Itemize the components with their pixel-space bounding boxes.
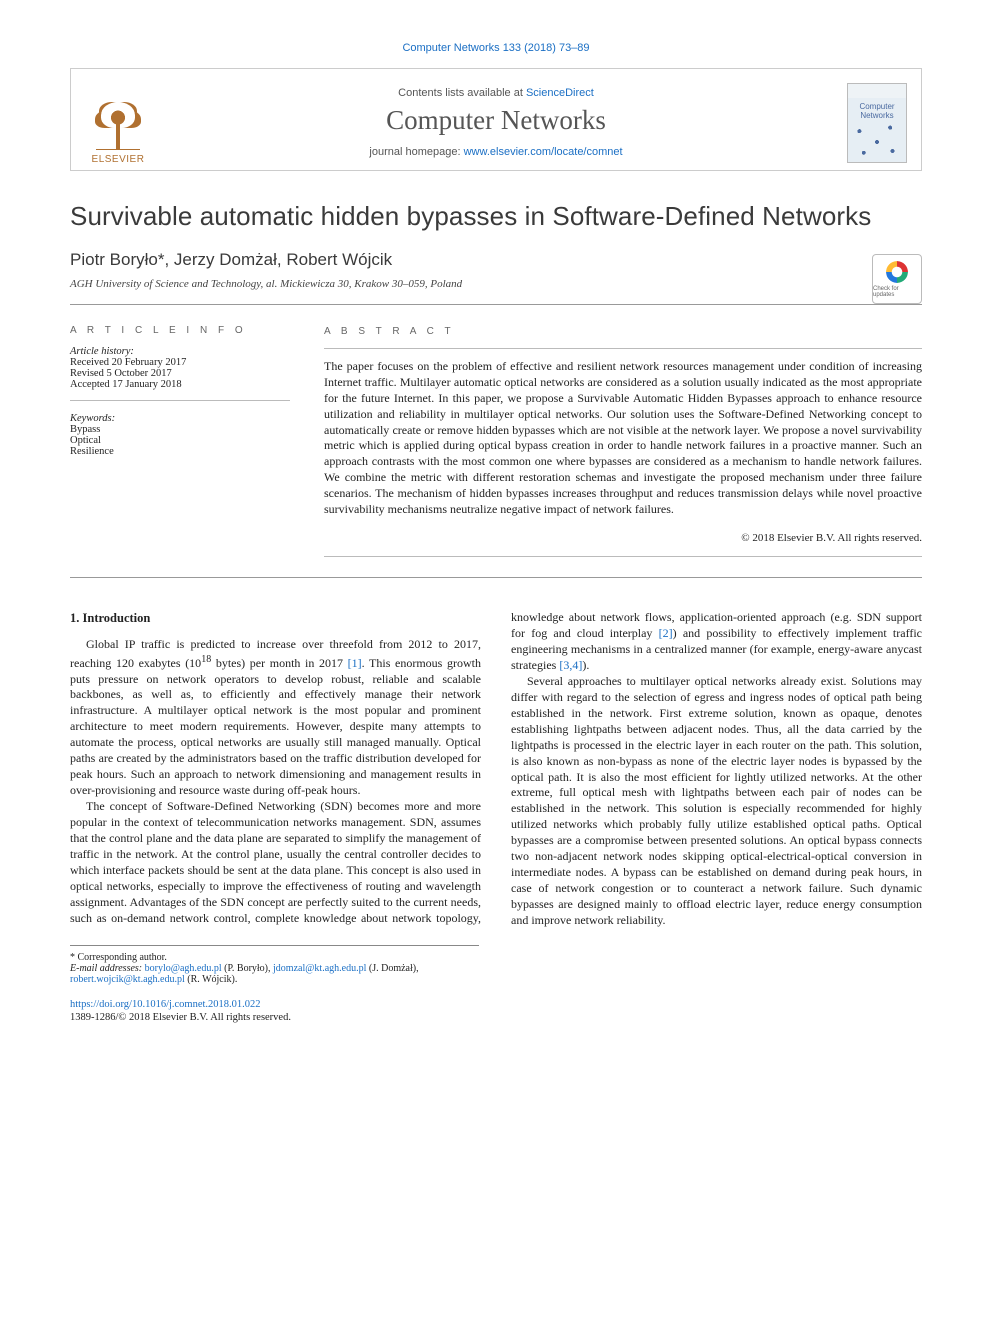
p1-part-b: bytes) per month in 2017 — [211, 656, 347, 670]
doi-link[interactable]: https://doi.org/10.1016/j.comnet.2018.01… — [70, 999, 261, 1010]
history-received: Received 20 February 2017 — [70, 357, 290, 368]
corresponding-author: * Corresponding author. — [70, 952, 479, 963]
cover-title-bottom: Networks — [860, 111, 893, 120]
p1-part-c: . This enormous growth puts pressure on … — [70, 656, 481, 798]
contents-prefix: Contents lists available at — [398, 87, 526, 99]
body-paragraph: Several approaches to multilayer optical… — [511, 674, 922, 929]
email-addresses-line: E-mail addresses: borylo@agh.edu.pl (P. … — [70, 963, 479, 985]
journal-header-box: ELSEVIER Computer Networks Contents list… — [70, 68, 922, 171]
home-prefix: journal homepage: — [369, 146, 463, 158]
abstract-column: a b s t r a c t The paper focuses on the… — [324, 325, 922, 557]
p2-part-d: ). — [582, 658, 589, 672]
exponent: 18 — [201, 654, 211, 665]
journal-name: Computer Networks — [89, 105, 903, 136]
author-email-link[interactable]: borylo@agh.edu.pl — [145, 963, 222, 974]
doi-line: https://doi.org/10.1016/j.comnet.2018.01… — [70, 999, 922, 1010]
keyword-item: Resilience — [70, 446, 290, 457]
section-heading-intro: 1. Introduction — [70, 610, 481, 627]
body-columns: 1. Introduction Global IP traffic is pre… — [70, 610, 922, 929]
author-email-who: (R. Wójcik). — [187, 974, 237, 985]
network-icon — [855, 124, 899, 160]
authors-line: Piotr Boryło*, Jerzy Domżał, Robert Wójc… — [70, 250, 922, 270]
cover-title-top: Computer — [859, 102, 894, 111]
journal-homepage-line: journal homepage: www.elsevier.com/locat… — [89, 146, 903, 158]
contents-line: Contents lists available at ScienceDirec… — [89, 87, 903, 99]
abstract-heading: a b s t r a c t — [324, 325, 922, 338]
elsevier-logo: ELSEVIER — [85, 91, 151, 165]
citation-link-1[interactable]: [1] — [348, 656, 362, 670]
author-email-link[interactable]: jdomzal@kt.agh.edu.pl — [273, 963, 366, 974]
footnotes: * Corresponding author. E-mail addresses… — [70, 945, 479, 985]
journal-homepage-link[interactable]: www.elsevier.com/locate/comnet — [464, 146, 623, 158]
journal-cover-thumbnail: Computer Networks — [847, 83, 907, 163]
citation-link-34[interactable]: [3,4] — [559, 658, 582, 672]
abstract-text: The paper focuses on the problem of effe… — [324, 359, 922, 517]
affiliation: AGH University of Science and Technology… — [70, 278, 922, 290]
keywords-block: Keywords: Bypass Optical Resilience — [70, 413, 290, 457]
crossmark-icon — [886, 261, 908, 283]
p2-part-a: The concept of Software-Defined Networki… — [70, 799, 481, 909]
keywords-label: Keywords: — [70, 413, 115, 424]
abstract-copyright: © 2018 Elsevier B.V. All rights reserved… — [324, 531, 922, 546]
history-accepted: Accepted 17 January 2018 — [70, 379, 290, 390]
article-info-heading: a r t i c l e i n f o — [70, 325, 290, 336]
author-email-link[interactable]: robert.wojcik@kt.agh.edu.pl — [70, 974, 185, 985]
crossmark-label: Check for updates — [873, 286, 921, 298]
issn-copyright-line: 1389-1286/© 2018 Elsevier B.V. All right… — [70, 1012, 922, 1023]
article-info-column: a r t i c l e i n f o Article history: R… — [70, 325, 290, 557]
body-paragraph: Global IP traffic is predicted to increa… — [70, 637, 481, 800]
article-history-block: Article history: Received 20 February 20… — [70, 346, 290, 401]
tree-icon — [96, 102, 140, 150]
elsevier-text: ELSEVIER — [92, 154, 145, 165]
crossmark-badge[interactable]: Check for updates — [872, 254, 922, 304]
citation-link-2[interactable]: [2] — [659, 626, 673, 640]
sciencedirect-link[interactable]: ScienceDirect — [526, 87, 594, 99]
email-label: E-mail addresses: — [70, 963, 142, 974]
keyword-item: Bypass — [70, 424, 290, 435]
keyword-item: Optical — [70, 435, 290, 446]
citation-header: Computer Networks 133 (2018) 73–89 — [70, 42, 922, 54]
history-revised: Revised 5 October 2017 — [70, 368, 290, 379]
author-email-who: (J. Domżał), — [369, 963, 419, 974]
article-title: Survivable automatic hidden bypasses in … — [70, 201, 922, 232]
history-label: Article history: — [70, 346, 134, 357]
author-email-who: (P. Boryło), — [224, 963, 270, 974]
info-abstract-row: a r t i c l e i n f o Article history: R… — [70, 305, 922, 577]
